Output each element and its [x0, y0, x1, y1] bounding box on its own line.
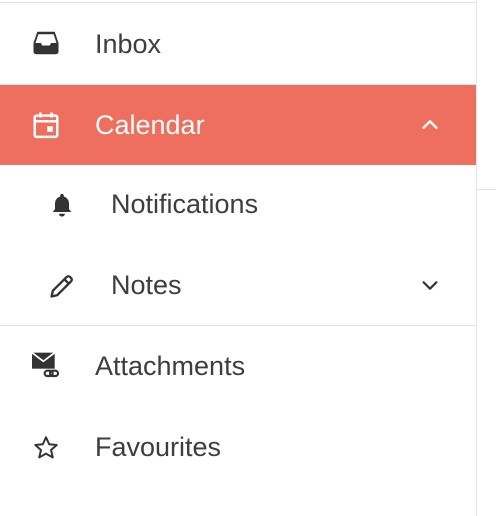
- menu-item-label: Attachments: [95, 351, 246, 381]
- calendar-icon: [30, 109, 62, 141]
- inbox-icon: [30, 27, 62, 59]
- menu-item-label: Inbox: [95, 29, 162, 59]
- menu-item-notifications[interactable]: Notifications: [0, 165, 476, 245]
- chevron-down-icon[interactable]: [414, 269, 446, 301]
- menu-item-favourites[interactable]: Favourites: [0, 407, 476, 487]
- content-divider: [477, 189, 496, 190]
- menu-item-label: Notes: [111, 270, 182, 300]
- page: Inbox Calendar Notifications Notes Attac…: [0, 0, 496, 516]
- content-border: [476, 0, 477, 516]
- menu-item-label: Favourites: [95, 432, 222, 462]
- chevron-up-icon[interactable]: [414, 109, 446, 141]
- menu-item-label: Calendar: [95, 110, 205, 140]
- menu-item-inbox[interactable]: Inbox: [0, 3, 476, 84]
- menu-item-calendar[interactable]: Calendar: [0, 85, 476, 165]
- menu-item-label: Notifications: [111, 189, 259, 219]
- star-outline-icon: [30, 432, 62, 464]
- mail-attachment-icon: [30, 350, 62, 382]
- menu-item-notes[interactable]: Notes: [0, 245, 476, 325]
- sidebar-menu: Inbox Calendar Notifications Notes Attac…: [0, 0, 476, 516]
- pencil-icon: [46, 270, 78, 302]
- bell-icon: [46, 189, 78, 221]
- menu-item-attachments[interactable]: Attachments: [0, 326, 476, 407]
